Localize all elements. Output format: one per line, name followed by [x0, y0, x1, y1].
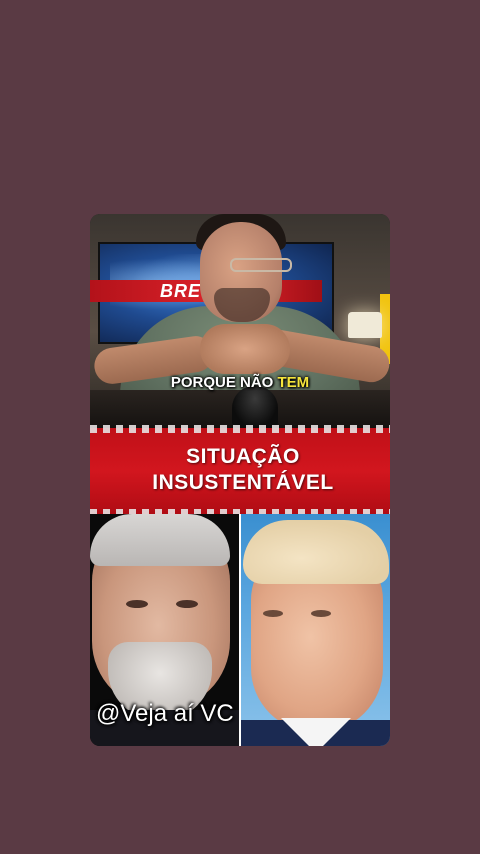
eye-right-2: [311, 610, 331, 617]
eye-left-1: [126, 600, 148, 608]
host-hands: [200, 324, 290, 374]
watermark-text: @Veja aí VC: [96, 700, 234, 727]
studio-scene: BRE PORQUE NÃO TEM: [90, 214, 390, 428]
headline: SITUAÇÃO INSUSTENTÁVEL: [118, 444, 368, 496]
headline-banner: SITUAÇÃO INSUSTENTÁVEL: [90, 425, 390, 517]
subtitle-highlight: TEM: [277, 374, 310, 391]
host-glasses: [230, 258, 292, 272]
hair-left: [90, 514, 230, 566]
eye-right-1: [263, 610, 283, 617]
video-frame[interactable]: BRE PORQUE NÃO TEM SITUAÇÃO INSUSTENTÁVE…: [90, 214, 390, 746]
subtitle-text: PORQUE NÃO: [170, 374, 278, 391]
microphone: [232, 386, 278, 428]
headline-line-1: SITUAÇÃO: [186, 445, 300, 468]
desk-lamp: [348, 312, 382, 338]
video-subtitle: PORQUE NÃO TEM: [90, 374, 390, 391]
headline-line-2: INSUSTENTÁVEL: [152, 471, 334, 494]
photo-right: [241, 514, 390, 746]
split-photo: @Veja aí VC: [90, 514, 390, 746]
breaking-news-text: BRE: [160, 281, 202, 301]
hair-right: [243, 520, 389, 584]
eye-left-2: [176, 600, 198, 608]
